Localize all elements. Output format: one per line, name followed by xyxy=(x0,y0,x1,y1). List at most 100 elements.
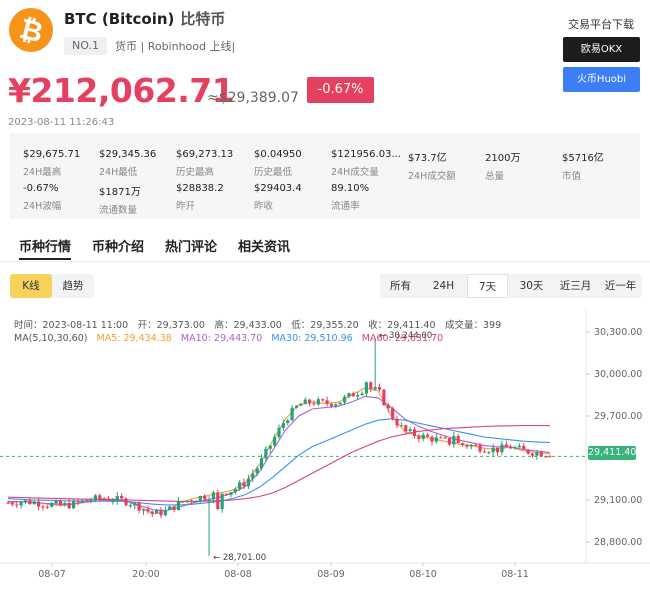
y-tick-label: 29,100.00 xyxy=(594,495,642,506)
tab-intro[interactable]: 币种介绍 xyxy=(92,236,144,255)
range-30d-button[interactable]: 30天 xyxy=(511,274,552,298)
candle-body xyxy=(482,451,487,453)
candle-body xyxy=(513,447,517,449)
tab-comments[interactable]: 热门评论 xyxy=(165,236,217,255)
candle-body xyxy=(273,436,277,446)
candle-body xyxy=(517,445,522,448)
candle-body xyxy=(137,502,141,511)
candle-body xyxy=(23,500,28,503)
candle-body xyxy=(325,400,329,404)
y-tick-label: 29,700.00 xyxy=(594,411,642,422)
kline-mode-button[interactable]: K线 xyxy=(10,274,52,298)
candle-body xyxy=(264,448,268,459)
range-24h-button[interactable]: 24H xyxy=(423,274,464,298)
range-all-button[interactable]: 所有 xyxy=(380,274,421,298)
stat-circulation-rate: 89.10% 流通率 xyxy=(331,183,370,212)
candle-body xyxy=(115,495,119,502)
candle-body xyxy=(216,492,220,510)
stats-panel: $29,675.71 24H最高 $29,345.36 24H最低 $69,273.… xyxy=(10,133,640,219)
candle-body xyxy=(133,502,137,506)
candle-body xyxy=(120,495,124,499)
candle-body xyxy=(45,506,49,508)
ma5-line xyxy=(7,387,551,515)
price-cny: ¥212,062.71 xyxy=(8,71,235,110)
candle-body xyxy=(80,500,84,503)
x-tick-label: 08-08 xyxy=(224,569,252,580)
candle-body xyxy=(469,444,473,447)
candle-body xyxy=(465,444,469,447)
candle-body xyxy=(54,501,58,504)
coin-name-cn: 比特币 xyxy=(180,10,226,28)
candle-body xyxy=(417,435,421,439)
stat-prev-close: $29403.4 昨收 xyxy=(254,183,302,212)
candle-body xyxy=(447,438,452,445)
candle-body xyxy=(342,396,347,403)
candle-body xyxy=(478,445,482,452)
candle-body xyxy=(530,453,535,456)
candle-body xyxy=(58,501,63,506)
okx-download-button[interactable]: 欧易OKX xyxy=(563,37,640,62)
range-7d-button[interactable]: 7天 xyxy=(467,274,508,298)
candle-body xyxy=(544,456,548,458)
candle-body xyxy=(408,429,412,432)
stat-market-cap: $5716亿 市值 xyxy=(562,153,604,182)
price-usd: ≈$29,389.07 xyxy=(207,90,299,106)
candle-body xyxy=(50,503,54,507)
stat-total-supply: 2100万 总量 xyxy=(485,153,521,182)
candle-body xyxy=(356,394,360,397)
price-chart[interactable]: 30,300.00 30,000.00 29,700.00 29,100.00 28,8… xyxy=(0,310,650,593)
candle-body xyxy=(198,496,202,502)
candle-body xyxy=(207,499,211,501)
trend-mode-button[interactable]: 趋势 xyxy=(52,274,94,298)
candle-body xyxy=(535,452,539,456)
candle-body xyxy=(211,492,216,500)
y-tick-label: 30,300.00 xyxy=(594,327,642,338)
candle-body xyxy=(203,496,207,500)
stat-24h-volume: $121956.03... 24H成交量 xyxy=(331,149,401,178)
candle-body xyxy=(36,501,41,507)
x-tick-label: 08-11 xyxy=(501,569,529,580)
candle-body xyxy=(220,493,224,510)
candle-body xyxy=(474,444,478,446)
candle-body xyxy=(491,447,495,453)
candle-body xyxy=(495,447,500,453)
candle-body xyxy=(124,498,128,506)
tab-news[interactable]: 相关资讯 xyxy=(238,236,290,255)
candle-body xyxy=(242,482,246,487)
candle-body xyxy=(299,404,303,406)
candle-body xyxy=(443,437,447,439)
range-1y-button[interactable]: 近一年 xyxy=(599,274,642,298)
change-badge: -0.67% xyxy=(307,77,374,103)
candle-body xyxy=(28,500,32,505)
candle-body xyxy=(128,505,132,507)
coin-title: BTC (Bitcoin) 比特币 xyxy=(64,8,225,29)
stat-atl: $0.04950 历史最低 xyxy=(254,149,302,178)
x-tick-label: 20:00 xyxy=(132,569,159,580)
candle-body xyxy=(360,393,364,395)
candle-body xyxy=(159,509,163,516)
candle-body xyxy=(19,502,23,506)
candle-body xyxy=(329,403,334,407)
candle-body xyxy=(338,402,342,405)
stat-24h-turnover: $73.7亿 24H成交额 xyxy=(408,153,456,182)
huobi-download-button[interactable]: 火币Huobi xyxy=(563,67,640,92)
tab-market[interactable]: 币种行情 xyxy=(19,236,72,260)
candle-body xyxy=(548,456,552,458)
candle-body xyxy=(155,509,159,514)
candle-body xyxy=(181,500,185,502)
candle-body xyxy=(6,502,10,504)
candle-body xyxy=(456,436,460,444)
candle-body xyxy=(281,423,285,428)
candle-body xyxy=(238,482,242,490)
candle-body xyxy=(391,408,395,420)
candle-body xyxy=(224,493,229,496)
rank-badge: NO.1 xyxy=(64,37,107,55)
candle-body xyxy=(189,500,194,502)
candle-body xyxy=(71,501,76,509)
range-3m-button[interactable]: 近三月 xyxy=(554,274,597,298)
candle-body xyxy=(277,427,281,437)
candle-body xyxy=(430,436,434,442)
candle-body xyxy=(185,500,189,502)
x-tick-label: 08-07 xyxy=(38,569,66,580)
candle-body xyxy=(364,382,369,394)
